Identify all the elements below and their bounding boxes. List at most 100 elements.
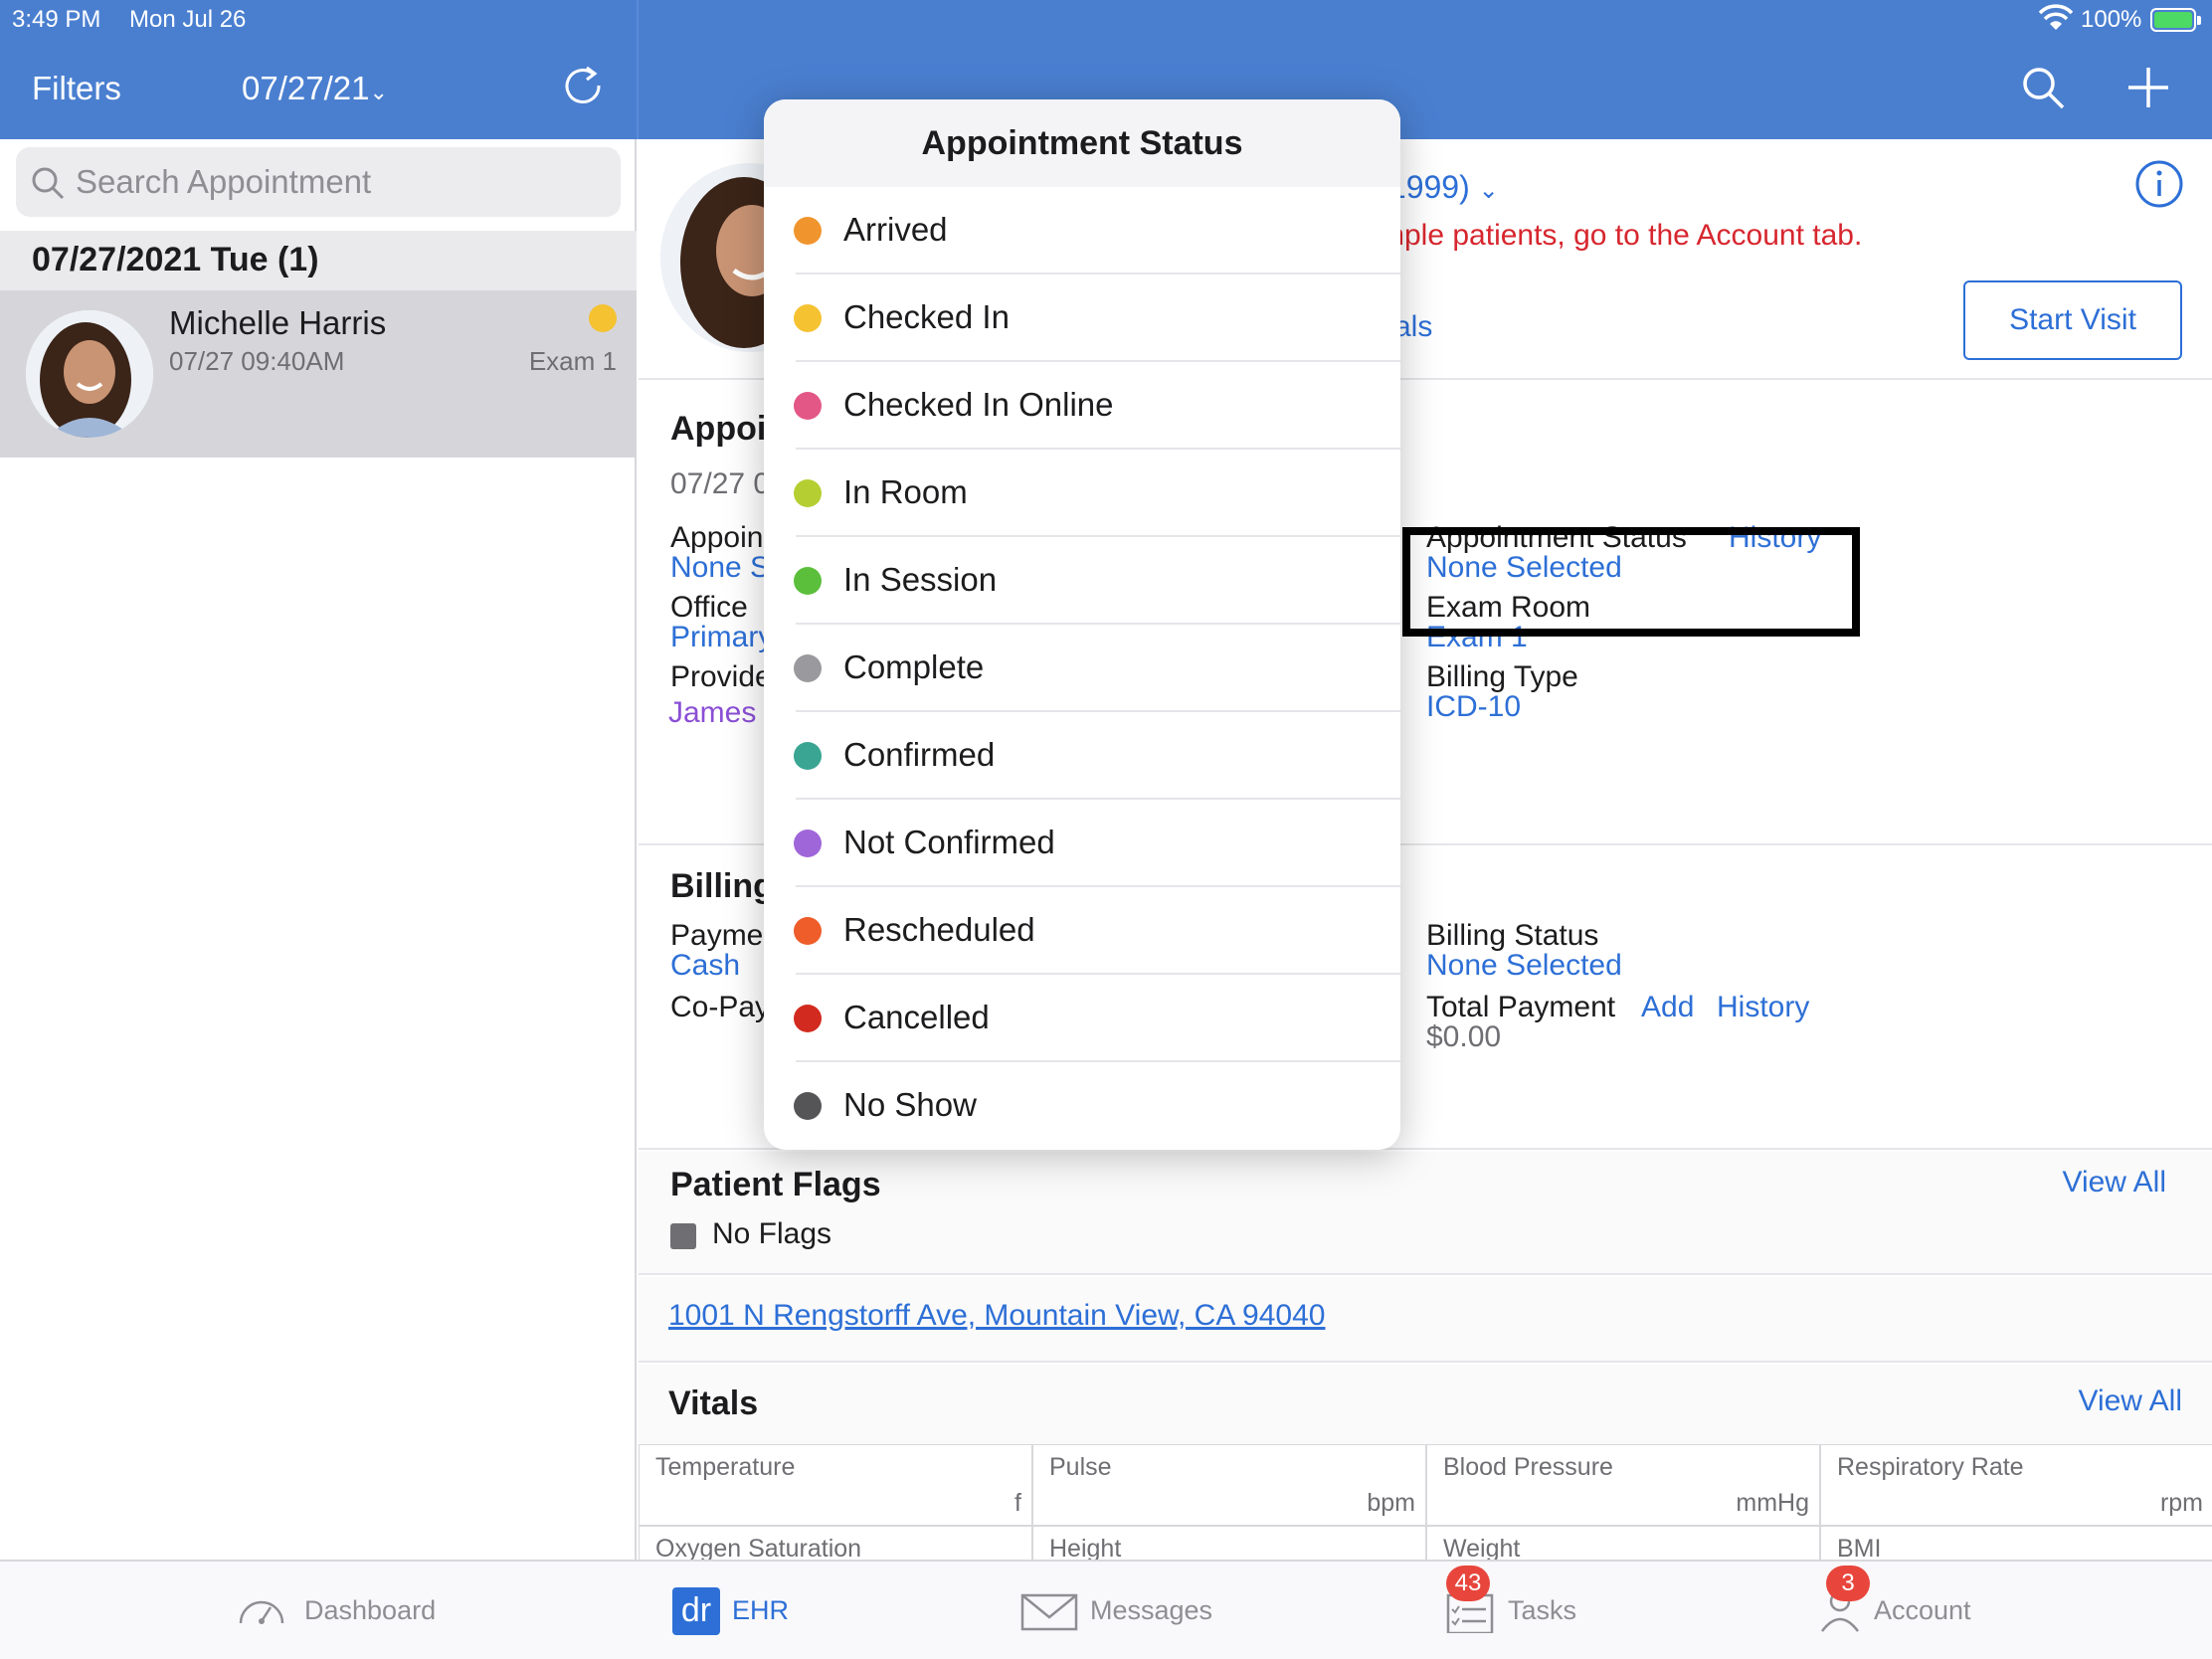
billing-status-value[interactable]: None Selected [1426,949,1622,983]
payment-history-link[interactable]: History [1717,991,1809,1024]
popover-title: Appointment Status [764,99,1400,187]
status-label: In Room [843,473,968,510]
flags-view-all-link[interactable]: View All [2062,1166,2166,1199]
status-label: Rescheduled [843,911,1035,948]
status-color-dot [794,392,822,420]
sample-patient-message: mple patients, go to the Account tab. [1380,219,1863,252]
tab-label: Dashboard [304,1595,437,1625]
office-value[interactable]: Primary [670,621,773,654]
chevron-down-icon: ⌄ [369,80,388,104]
status-color-dot [794,917,822,945]
billing-section-title: Billing [670,867,774,905]
status-color-dot [794,217,822,245]
appointment-section-title: Appoi [670,410,767,448]
patient-avatar [26,310,153,438]
vital-name: Blood Pressure [1443,1453,1613,1481]
search-icon [32,167,65,200]
patient-flags-title: Patient Flags [670,1166,881,1203]
patient-address-link[interactable]: 1001 N Rengstorff Ave, Mountain View, CA… [668,1299,1325,1333]
patient-name: Michelle Harris [169,304,387,341]
dashboard-icon [239,1600,284,1624]
add-payment-link[interactable]: Add [1641,991,1694,1024]
status-label: Not Confirmed [843,824,1055,860]
vital-unit: mmHg [1736,1489,1809,1517]
appointment-room: Exam 1 [528,346,617,376]
copay-label: Co-Pay [670,991,771,1023]
envelope-icon [1020,1593,1078,1631]
tab-label: Tasks [1508,1595,1577,1625]
tab-messages[interactable]: Messages [1018,1562,1237,1659]
status-option-complete[interactable]: Complete [764,625,1400,712]
status-label: Cancelled [843,999,990,1035]
status-option-cancelled[interactable]: Cancelled [764,975,1400,1062]
patient-flags-section: Patient Flags View All No Flags [639,1152,2212,1275]
provider-label: Provide [670,660,772,693]
search-bar[interactable] [16,147,621,217]
add-icon[interactable] [2126,66,2170,109]
status-option-arrived[interactable]: Arrived [764,187,1400,275]
appointment-list-item[interactable]: Michelle Harris 07/27 09:40AM Exam 1 [0,290,637,458]
tasks-badge: 43 [1446,1566,1490,1601]
status-option-checked-in[interactable]: Checked In [764,275,1400,362]
vital-cell-respiratory-rate[interactable]: Respiratory Rate rpm [1820,1444,2212,1526]
vital-name: Respiratory Rate [1837,1453,2024,1481]
vitals-grid: Temperature f Pulse bpm Blood Pressure m… [639,1444,2212,1607]
status-label: Confirmed [843,736,996,773]
payment-method-value[interactable]: Cash [670,949,740,983]
refresh-icon[interactable] [559,62,607,109]
status-color-dot [794,654,822,682]
status-option-confirmed[interactable]: Confirmed [764,712,1400,800]
total-payment-label: Total Payment [1426,991,1616,1023]
date-filter-dropdown[interactable]: 07/27/21⌄ [242,70,388,107]
filters-button[interactable]: Filters [32,70,121,107]
provider-value[interactable]: James [668,696,756,730]
tab-label: Account [1874,1595,1971,1625]
address-section: 1001 N Rengstorff Ave, Mountain View, CA… [639,1277,2212,1363]
highlight-box [1402,527,1860,637]
vitals-view-all-link[interactable]: View All [2078,1384,2182,1418]
tab-account[interactable]: 3 Account [1816,1562,2035,1659]
battery-percent: 100% [2081,6,2142,33]
status-label: No Show [843,1086,977,1123]
status-option-checked-in-online[interactable]: Checked In Online [764,362,1400,450]
search-icon[interactable] [2019,64,2067,111]
appointment-type-value[interactable]: None S [670,551,770,585]
vital-name: Pulse [1049,1453,1112,1481]
wifi-icon [2038,4,2074,39]
appointment-list-panel: 07/27/2021 Tue (1) Michelle Harris 07/27… [0,139,637,1560]
vital-cell-temperature[interactable]: Temperature f [639,1444,1032,1526]
payment-method-label: Payme [670,919,764,952]
status-indicator-dot [589,304,617,332]
status-option-in-session[interactable]: In Session [764,537,1400,625]
tab-tasks[interactable]: 43 Tasks [1446,1562,1645,1659]
status-color-dot [794,830,822,857]
tab-ehr[interactable]: dr EHR [672,1562,812,1659]
status-option-rescheduled[interactable]: Rescheduled [764,887,1400,975]
total-payment-value: $0.00 [1426,1020,1502,1053]
tab-label: Messages [1090,1595,1213,1625]
vital-cell-pulse[interactable]: Pulse bpm [1032,1444,1426,1526]
billing-type-value[interactable]: ICD-10 [1426,690,1521,724]
vital-cell-blood-pressure[interactable]: Blood Pressure mmHg [1426,1444,1820,1526]
status-bar: 3:49 PM Mon Jul 26 100% [0,0,2212,40]
status-option-in-room[interactable]: In Room [764,450,1400,537]
vital-unit: f [1014,1489,1021,1517]
search-appointment-input[interactable] [76,157,603,207]
tab-bar: Dashboard dr EHR Messages 43 Tasks 3 Acc… [0,1560,2212,1659]
vitals-title: Vitals [668,1384,759,1422]
billing-type-label: Billing Type [1426,660,1578,693]
info-icon[interactable] [2134,159,2184,209]
status-label: Complete [843,648,985,685]
status-option-no-show[interactable]: No Show [764,1062,1400,1150]
tab-dashboard[interactable]: Dashboard [235,1562,473,1659]
status-option-not-confirmed[interactable]: Not Confirmed [764,800,1400,887]
date-filter-value: 07/27/21 [242,70,370,106]
battery-icon [2150,8,2201,32]
appointment-status-popover: Appointment Status Arrived Checked In Ch… [764,99,1400,1150]
start-visit-button[interactable]: Start Visit [1963,280,2182,360]
appointment-type-label: Appoin [670,521,764,554]
vitals-section: Vitals View All Temperature f Pulse bpm … [639,1365,2212,1607]
date-section-header: 07/27/2021 Tue (1) [0,231,637,290]
appointment-datetime: 07/27 0 [670,467,771,500]
status-color-dot [794,479,822,507]
